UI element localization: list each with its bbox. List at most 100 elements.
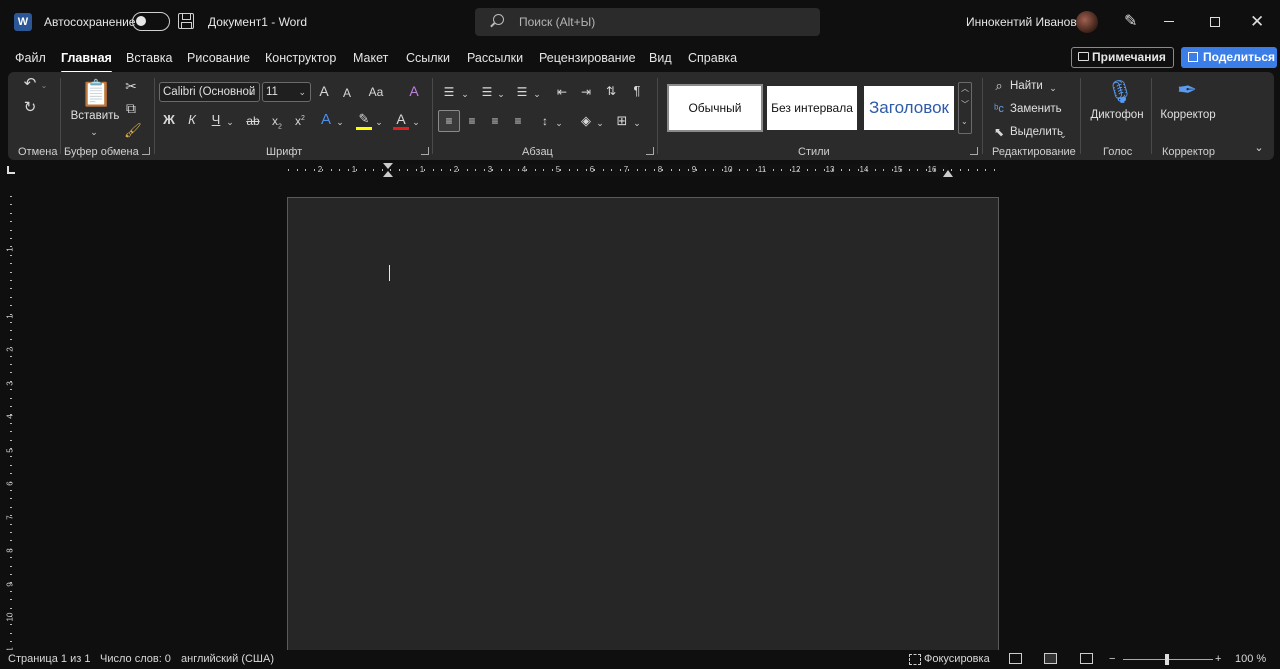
- replace-icon[interactable]: ᵇc: [992, 101, 1006, 117]
- focus-icon[interactable]: [909, 654, 921, 665]
- multilevel-list-icon[interactable]: ☰: [515, 84, 529, 100]
- highlight-icon[interactable]: ✎: [356, 111, 372, 127]
- bold-icon[interactable]: Ж: [162, 112, 176, 128]
- change-case-icon[interactable]: Aa: [365, 84, 387, 100]
- line-spacing-dropdown-icon[interactable]: ⌄: [554, 115, 564, 131]
- cut-icon[interactable]: ✂: [124, 78, 138, 94]
- paste-icon[interactable]: 📋: [80, 78, 112, 108]
- zoom-level[interactable]: 100 %: [1235, 653, 1266, 665]
- page-count[interactable]: Страница 1 из 1: [8, 653, 90, 665]
- dictate-label[interactable]: Диктофон: [1088, 109, 1146, 121]
- increase-indent-icon[interactable]: ⇥: [579, 84, 593, 100]
- numbering-dropdown-icon[interactable]: ⌄: [496, 86, 506, 102]
- borders-icon[interactable]: ⊞: [614, 113, 630, 129]
- tab-insert[interactable]: Вставка: [126, 51, 172, 65]
- zoom-out-button[interactable]: −: [1109, 653, 1115, 665]
- select-label[interactable]: Выделить: [1010, 126, 1063, 138]
- shrink-font-icon[interactable]: A: [340, 85, 354, 101]
- font-name-select[interactable]: Calibri (Основной ⌄: [159, 82, 260, 102]
- word-count[interactable]: Число слов: 0: [100, 653, 171, 665]
- find-dropdown-icon[interactable]: ⌄: [1048, 80, 1058, 96]
- chevron-down-icon[interactable]: ﹀: [961, 99, 969, 110]
- line-spacing-icon[interactable]: ↕: [538, 113, 552, 129]
- share-button[interactable]: Поделиться: [1181, 47, 1277, 68]
- styles-launcher-icon[interactable]: [970, 147, 978, 155]
- editor-label[interactable]: Корректор: [1158, 109, 1218, 121]
- paragraph-launcher-icon[interactable]: [646, 147, 654, 155]
- user-name[interactable]: Иннокентий Иванов: [966, 15, 1077, 29]
- bullets-icon[interactable]: ☰: [442, 84, 456, 100]
- highlight-dropdown-icon[interactable]: ⌄: [374, 114, 384, 130]
- multilevel-dropdown-icon[interactable]: ⌄: [532, 86, 542, 102]
- tab-selector-icon[interactable]: [7, 166, 15, 174]
- language-indicator[interactable]: английский (США): [181, 653, 274, 665]
- undo-icon[interactable]: ↶: [22, 76, 38, 92]
- tab-home[interactable]: Главная: [61, 51, 112, 74]
- find-icon[interactable]: ⌕: [992, 78, 1006, 94]
- search-input[interactable]: Поиск (Alt+Ы): [475, 8, 820, 36]
- print-layout-icon[interactable]: [1044, 653, 1057, 664]
- justify-icon[interactable]: ≡: [511, 113, 525, 129]
- tab-references[interactable]: Ссылки: [406, 51, 450, 65]
- avatar[interactable]: [1076, 11, 1098, 33]
- align-right-icon[interactable]: ≡: [488, 113, 502, 129]
- tab-help[interactable]: Справка: [688, 51, 737, 65]
- replace-label[interactable]: Заменить: [1010, 103, 1062, 115]
- redo-icon[interactable]: ↻: [22, 100, 38, 116]
- select-icon[interactable]: ⬉: [992, 124, 1006, 140]
- underline-icon[interactable]: Ч: [209, 112, 223, 128]
- format-painter-icon[interactable]: 🖌: [124, 122, 142, 138]
- sort-icon[interactable]: ⇅: [604, 83, 618, 99]
- tab-mailings[interactable]: Рассылки: [467, 51, 523, 65]
- copy-icon[interactable]: ⧉: [124, 100, 138, 116]
- style-normal[interactable]: Обычный: [667, 84, 763, 132]
- tab-review[interactable]: Рецензирование: [539, 51, 636, 65]
- styles-scrollbar[interactable]: ︿ ﹀ ⌄: [958, 82, 972, 134]
- clear-formatting-icon[interactable]: A: [406, 83, 422, 99]
- strikethrough-icon[interactable]: ab: [244, 113, 262, 129]
- subscript-icon[interactable]: x2: [270, 113, 284, 135]
- decrease-indent-icon[interactable]: ⇤: [555, 84, 569, 100]
- tab-view[interactable]: Вид: [649, 51, 672, 65]
- text-effects-dropdown-icon[interactable]: ⌄: [335, 114, 345, 130]
- clipboard-launcher-icon[interactable]: [142, 147, 150, 155]
- find-label[interactable]: Найти: [1010, 80, 1043, 92]
- show-marks-icon[interactable]: ¶: [630, 83, 644, 99]
- grow-font-icon[interactable]: A: [316, 83, 332, 99]
- collapse-ribbon-icon[interactable]: ⌄: [1252, 140, 1266, 156]
- styles-more-icon[interactable]: ⌄: [961, 117, 968, 126]
- zoom-in-button[interactable]: +: [1215, 653, 1221, 665]
- borders-dropdown-icon[interactable]: ⌄: [632, 115, 642, 131]
- numbering-icon[interactable]: ☰: [480, 84, 494, 100]
- italic-icon[interactable]: К: [185, 112, 199, 128]
- microphone-icon[interactable]: 🎙: [1106, 78, 1134, 106]
- left-indent-marker[interactable]: [383, 163, 393, 179]
- paste-dropdown-icon[interactable]: ⌄: [88, 124, 100, 140]
- pen-icon[interactable]: ✎: [1124, 13, 1138, 31]
- shading-icon[interactable]: ◈: [578, 113, 594, 129]
- web-layout-icon[interactable]: [1080, 653, 1093, 664]
- right-indent-marker[interactable]: [943, 170, 953, 177]
- bullets-dropdown-icon[interactable]: ⌄: [460, 86, 470, 102]
- tab-layout[interactable]: Макет: [353, 51, 388, 65]
- chevron-up-icon[interactable]: ︿: [961, 83, 969, 94]
- read-mode-icon[interactable]: [1009, 653, 1022, 664]
- close-icon[interactable]: ✕: [1250, 12, 1266, 32]
- style-no-spacing[interactable]: Без интервала: [767, 86, 857, 130]
- tab-file[interactable]: Файл: [15, 51, 46, 65]
- font-launcher-icon[interactable]: [421, 147, 429, 155]
- paste-label[interactable]: Вставить: [70, 110, 120, 122]
- select-dropdown-icon[interactable]: ⌄: [1058, 127, 1068, 143]
- document-page[interactable]: [287, 197, 999, 657]
- font-size-select[interactable]: 11 ⌄: [262, 82, 311, 102]
- maximize-button[interactable]: [1210, 17, 1220, 27]
- autosave-toggle[interactable]: [132, 12, 170, 31]
- align-center-icon[interactable]: ≡: [465, 113, 479, 129]
- undo-dropdown-icon[interactable]: ⌄: [40, 78, 48, 94]
- tab-draw[interactable]: Рисование: [187, 51, 250, 65]
- save-icon[interactable]: [178, 13, 194, 29]
- focus-mode[interactable]: Фокусировка: [924, 653, 990, 665]
- shading-dropdown-icon[interactable]: ⌄: [595, 115, 605, 131]
- minimize-button[interactable]: [1164, 21, 1174, 22]
- tab-design[interactable]: Конструктор: [265, 51, 336, 65]
